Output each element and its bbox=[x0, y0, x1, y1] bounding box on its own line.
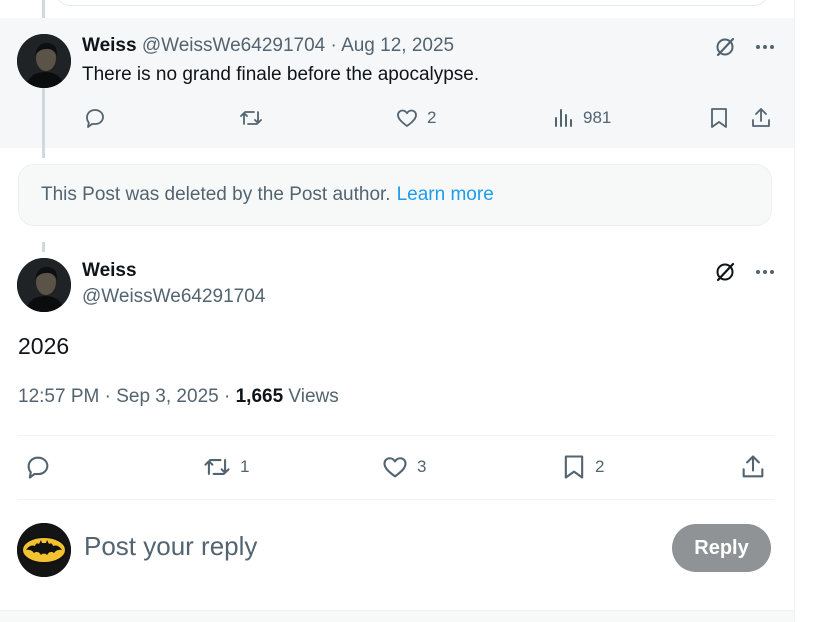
bookmark-button[interactable]: 2 bbox=[561, 453, 604, 481]
views-button[interactable]: 981 bbox=[553, 106, 611, 130]
repost-button[interactable]: 1 bbox=[202, 453, 249, 481]
reply-icon bbox=[24, 453, 52, 481]
handle[interactable]: @WeissWe64291704 bbox=[82, 286, 265, 308]
grok-icon[interactable] bbox=[713, 260, 737, 289]
more-icon[interactable] bbox=[755, 262, 775, 287]
thread-line-main bbox=[42, 242, 45, 252]
composer-avatar[interactable] bbox=[17, 523, 71, 577]
share-button[interactable] bbox=[749, 106, 773, 130]
display-name[interactable]: Weiss bbox=[82, 260, 137, 282]
repost-button[interactable] bbox=[238, 106, 272, 130]
reply-post-actions: 2 981 bbox=[0, 100, 794, 136]
like-button[interactable]: 3 bbox=[381, 453, 426, 481]
like-count: 3 bbox=[417, 457, 427, 476]
views-label: Views bbox=[288, 386, 339, 407]
views-count: 1,665 bbox=[235, 386, 284, 407]
reply-post[interactable]: Weiss @WeissWe64291704 · Aug 12, 2025 Th… bbox=[0, 18, 794, 158]
separator: · bbox=[104, 386, 111, 407]
views-icon bbox=[553, 106, 575, 130]
avatar[interactable] bbox=[17, 34, 71, 88]
deleted-post-text: This Post was deleted by the Post author… bbox=[41, 184, 391, 205]
post-date[interactable]: Aug 12, 2025 bbox=[341, 35, 454, 56]
post-meta: 12:57 PM · Sep 3, 2025 · 1,665 Views bbox=[18, 386, 339, 408]
bat-logo-icon bbox=[17, 523, 71, 577]
like-icon bbox=[395, 106, 419, 130]
bookmark-icon bbox=[708, 106, 730, 130]
share-icon bbox=[739, 453, 767, 481]
more-icon[interactable] bbox=[755, 37, 775, 62]
handle[interactable]: @WeissWe64291704 bbox=[142, 35, 325, 56]
main-post-actions: 1 3 2 bbox=[0, 450, 794, 486]
post-date[interactable]: Sep 3, 2025 bbox=[116, 386, 218, 407]
thread-line-top bbox=[42, 0, 45, 20]
reply-icon bbox=[83, 106, 107, 130]
like-button[interactable]: 2 bbox=[395, 106, 436, 130]
repost-count: 1 bbox=[240, 457, 250, 476]
reply-button[interactable] bbox=[83, 106, 115, 130]
post-top-icons bbox=[713, 260, 775, 289]
reply-submit-button[interactable]: Reply bbox=[672, 524, 771, 572]
share-icon bbox=[749, 106, 773, 130]
repost-icon bbox=[238, 106, 264, 130]
bookmark-count: 2 bbox=[595, 457, 605, 476]
avatar-image bbox=[17, 34, 71, 88]
like-icon bbox=[381, 453, 409, 481]
views-count: 981 bbox=[583, 108, 612, 127]
reply-button[interactable] bbox=[24, 453, 60, 481]
display-name[interactable]: Weiss bbox=[82, 35, 137, 56]
divider bbox=[18, 435, 774, 436]
bookmark-icon bbox=[561, 453, 587, 481]
repost-icon bbox=[202, 453, 232, 481]
divider bbox=[18, 499, 774, 500]
separator: · bbox=[223, 386, 231, 407]
like-count: 2 bbox=[427, 108, 437, 127]
avatar[interactable] bbox=[17, 258, 71, 312]
post-text: 2026 bbox=[18, 333, 70, 359]
reply-input[interactable]: Post your reply bbox=[84, 531, 257, 562]
post-top-icons bbox=[713, 35, 775, 64]
post-text: There is no grand finale before the apoc… bbox=[82, 64, 480, 85]
timeline-column: Weiss @WeissWe64291704 · Aug 12, 2025 Th… bbox=[0, 0, 795, 622]
bookmark-button[interactable] bbox=[708, 106, 730, 130]
separator: · bbox=[330, 35, 337, 56]
avatar-image bbox=[17, 258, 71, 312]
share-button[interactable] bbox=[739, 453, 767, 481]
reply-post-header: Weiss @WeissWe64291704 · Aug 12, 2025 bbox=[82, 35, 454, 57]
learn-more-link[interactable]: Learn more bbox=[397, 184, 494, 206]
post-time[interactable]: 12:57 PM bbox=[18, 386, 99, 407]
grok-icon[interactable] bbox=[713, 35, 737, 64]
deleted-post-notice: This Post was deleted by the Post author… bbox=[18, 164, 772, 226]
previous-card-edge bbox=[56, 0, 768, 6]
next-section-edge bbox=[0, 610, 794, 622]
